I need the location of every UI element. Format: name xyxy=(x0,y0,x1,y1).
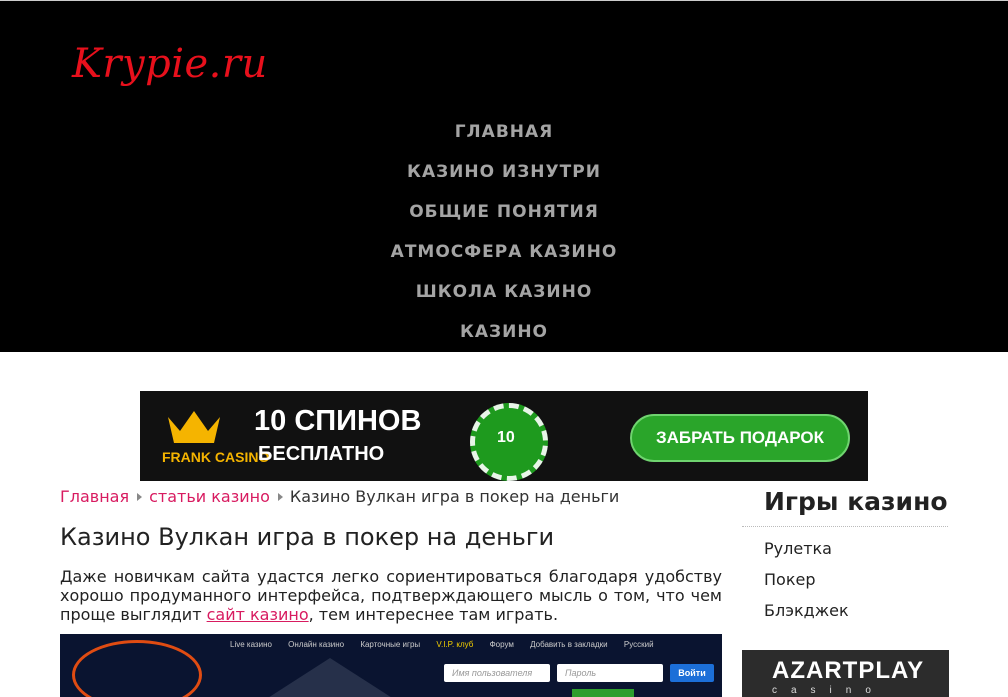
chip-label: 10 xyxy=(497,429,515,446)
screenshot-password-field: Пароль xyxy=(557,664,663,682)
nav-item-home[interactable]: ГЛАВНАЯ xyxy=(0,112,1008,152)
nav-item-casino-school[interactable]: ШКОЛА КАЗИНО xyxy=(0,272,1008,312)
claim-gift-button[interactable]: ЗАБРАТЬ ПОДАРОК xyxy=(630,414,850,462)
article-intro: Даже новичкам сайта удастся легко сориен… xyxy=(60,567,722,624)
screenshot-username-field: Имя пользователя xyxy=(444,664,550,682)
screenshot-nav-item: V.I.P. клуб xyxy=(436,640,474,649)
azartplay-banner[interactable]: AZARTPLAY casino xyxy=(742,650,949,697)
sidebar-item-poker[interactable]: Покер xyxy=(764,570,815,590)
screenshot-nav-item: Онлайн казино xyxy=(288,640,345,649)
casino-site-link[interactable]: сайт казино xyxy=(207,605,309,624)
nav-item-casino[interactable]: КАЗИНО xyxy=(0,312,1008,352)
site-header: Krypie.ru ГЛАВНАЯ КАЗИНО ИЗНУТРИ ОБЩИЕ П… xyxy=(0,0,1008,352)
page-title: Казино Вулкан игра в покер на деньги xyxy=(60,523,555,551)
nav-item-general-concepts[interactable]: ОБЩИЕ ПОНЯТИЯ xyxy=(0,192,1008,232)
nav-item-inside-casino[interactable]: КАЗИНО ИЗНУТРИ xyxy=(0,152,1008,192)
intro-text-end: , тем интереснее там играть. xyxy=(308,605,559,624)
screenshot-nav-item: Карточные игры xyxy=(360,640,421,649)
screenshot-nav-item: Форум xyxy=(489,640,514,649)
sidebar-title: Игры казино xyxy=(764,487,948,516)
screenshot-nav: Live казино Онлайн казино Карточные игры… xyxy=(230,640,668,649)
screenshot-nav-item: Добавить в закладки xyxy=(530,640,608,649)
screenshot-register-button xyxy=(572,689,634,697)
breadcrumb-separator-icon xyxy=(137,493,143,501)
screenshot-nav-item: Русский xyxy=(623,640,654,649)
crown-icon xyxy=(168,411,220,443)
screenshot-nav-item: Live казино xyxy=(230,640,272,649)
main-nav: ГЛАВНАЯ КАЗИНО ИЗНУТРИ ОБЩИЕ ПОНЯТИЯ АТМ… xyxy=(0,112,1008,352)
breadcrumb-home[interactable]: Главная xyxy=(60,487,129,506)
breadcrumb: Главная статьи казино Казино Вулкан игра в… xyxy=(60,486,619,508)
site-logo[interactable]: Krypie.ru xyxy=(72,41,268,87)
banner-subline: БЕСПЛАТНО xyxy=(258,443,385,465)
banner-headline: 10 СПИНОВ xyxy=(254,405,422,437)
screenshot-login-button: Войти xyxy=(670,664,714,682)
breadcrumb-category[interactable]: статьи казино xyxy=(149,487,270,506)
sidebar-divider xyxy=(742,526,948,527)
breadcrumb-current: Казино Вулкан игра в покер на деньги xyxy=(289,487,620,506)
volcano-icon xyxy=(260,658,400,697)
ad-title: AZARTPLAY xyxy=(772,657,925,684)
breadcrumb-separator-icon xyxy=(277,493,283,501)
sidebar-item-blackjack[interactable]: Блэкджек xyxy=(764,601,849,621)
banner-brand: FRANK CASINO xyxy=(162,449,270,465)
nav-item-casino-atmosphere[interactable]: АТМОСФЕРА КАЗИНО xyxy=(0,232,1008,272)
sidebar-item-roulette[interactable]: Рулетка xyxy=(764,539,832,559)
ad-subtitle: casino xyxy=(772,685,885,696)
frank-casino-banner[interactable]: FRANK CASINO 10 СПИНОВ БЕСПЛАТНО 10 ЗАБР… xyxy=(140,391,868,481)
vulkan-logo-icon xyxy=(72,640,202,697)
casino-screenshot-image: Live казино Онлайн казино Карточные игры… xyxy=(60,634,722,697)
